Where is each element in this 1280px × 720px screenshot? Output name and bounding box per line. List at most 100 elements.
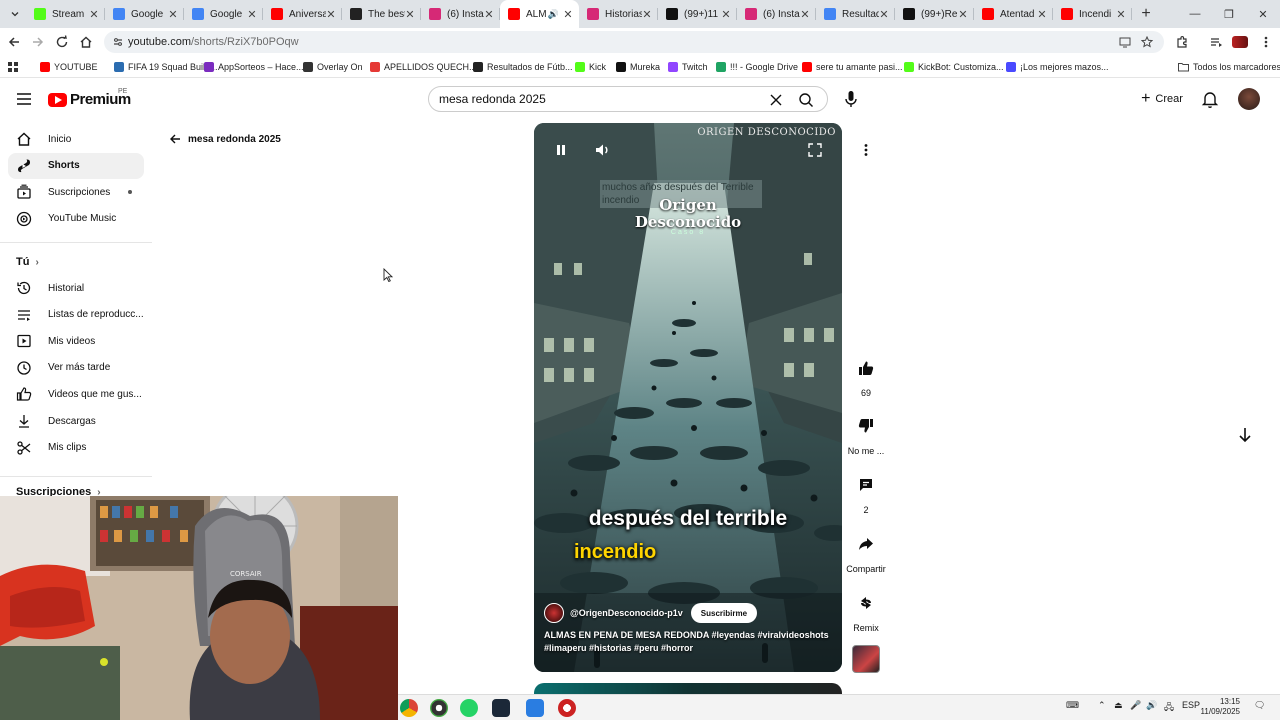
notifications-tray-icon[interactable]: 🗨 bbox=[1254, 700, 1265, 711]
browser-tab[interactable]: Google ✕ bbox=[105, 0, 184, 28]
close-window-button[interactable]: ✕ bbox=[1246, 0, 1280, 28]
mute-button[interactable] bbox=[592, 139, 614, 161]
search-button[interactable] bbox=[797, 91, 815, 109]
browser-tab[interactable]: (99+)Re ✕ bbox=[895, 0, 974, 28]
browser-tab[interactable]: Resultad ✕ bbox=[816, 0, 895, 28]
search-input[interactable] bbox=[439, 92, 759, 106]
close-tab-icon[interactable]: ✕ bbox=[484, 8, 494, 21]
close-tab-icon[interactable]: ✕ bbox=[405, 8, 415, 21]
bookmark-item[interactable]: Kick bbox=[575, 60, 606, 74]
close-tab-icon[interactable]: ✕ bbox=[89, 8, 99, 21]
new-tab-button[interactable]: + bbox=[1136, 4, 1156, 24]
bookmark-item[interactable]: Overlay On bbox=[303, 60, 363, 74]
next-video-button[interactable] bbox=[1232, 422, 1258, 448]
browser-tab[interactable]: ALM 🔊 ✕ bbox=[500, 0, 579, 28]
bookmark-item[interactable]: !!! - Google Drive bbox=[716, 60, 798, 74]
sound-source-thumbnail[interactable] bbox=[852, 645, 880, 673]
sidebar-item-shorts[interactable]: Shorts bbox=[8, 152, 144, 179]
forward-button[interactable] bbox=[28, 32, 48, 52]
bookmark-star-button[interactable] bbox=[1140, 35, 1154, 49]
bookmark-item[interactable]: FIFA 19 Squad Build... bbox=[114, 60, 218, 74]
usb-device-icon[interactable]: ⏏ bbox=[1114, 700, 1123, 711]
mic-tray-icon[interactable]: 🎤 bbox=[1130, 700, 1141, 711]
sidebar-item-clock[interactable]: Ver más tarde bbox=[8, 355, 144, 381]
home-button[interactable] bbox=[76, 32, 96, 52]
short-video-player[interactable]: ORIGEN DESCONOCIDO muchos años después d… bbox=[534, 123, 842, 672]
channel-name-link[interactable]: @OrigenDesconocido-p1v bbox=[570, 608, 683, 618]
bookmark-item[interactable]: ¡Los mejores mazos... bbox=[1006, 60, 1109, 74]
sidebar-item-music[interactable]: YouTube Music bbox=[8, 206, 144, 232]
minimize-button[interactable]: — bbox=[1178, 0, 1212, 28]
input-language-indicator[interactable]: ESP bbox=[1182, 700, 1200, 710]
channel-avatar[interactable] bbox=[544, 603, 564, 623]
browser-tab[interactable]: Incendi ✕ bbox=[1053, 0, 1132, 28]
comments-button[interactable] bbox=[848, 467, 884, 503]
chrome-taskbar-icon[interactable] bbox=[400, 699, 418, 717]
address-bar[interactable]: youtube.com/shorts/RziX7b0POqw bbox=[104, 31, 1164, 53]
share-button[interactable] bbox=[848, 526, 884, 562]
you-section-header[interactable]: Tú › bbox=[16, 256, 39, 268]
site-info-icon[interactable] bbox=[112, 36, 124, 48]
bookmark-item[interactable]: sere tu amante pasi... bbox=[802, 60, 903, 74]
sidebar-item-playlist[interactable]: Listas de reproducc... bbox=[8, 302, 144, 328]
keyboard-layout-icon[interactable]: ⌨ bbox=[1066, 700, 1079, 711]
sidebar-item-download[interactable]: Descargas bbox=[8, 408, 144, 434]
sidebar-item-scissors[interactable]: Mis clips bbox=[8, 435, 144, 461]
extensions-button[interactable] bbox=[1172, 32, 1192, 52]
all-bookmarks-button[interactable]: Todos los marcadores bbox=[1178, 60, 1280, 74]
like-button[interactable] bbox=[848, 350, 884, 386]
subscribe-button[interactable]: Suscribirme bbox=[690, 603, 758, 623]
bookmark-item[interactable]: Resultados de Fútb... bbox=[473, 60, 573, 74]
reload-button[interactable] bbox=[52, 32, 72, 52]
remix-button[interactable] bbox=[848, 585, 884, 621]
profile-button[interactable] bbox=[1230, 32, 1250, 52]
pause-button[interactable] bbox=[550, 139, 572, 161]
bookmark-item[interactable]: AppSorteos – Hace... bbox=[204, 60, 304, 74]
speaker-tray-icon[interactable]: 🔊 bbox=[1146, 700, 1157, 711]
close-tab-icon[interactable]: ✕ bbox=[563, 8, 573, 21]
obs-taskbar-icon[interactable] bbox=[430, 699, 448, 717]
media-controls-button[interactable] bbox=[1206, 32, 1226, 52]
close-tab-icon[interactable]: ✕ bbox=[168, 8, 178, 21]
system-clock[interactable]: 13:15 11/09/2025 bbox=[1201, 697, 1240, 717]
close-tab-icon[interactable]: ✕ bbox=[958, 8, 968, 21]
close-tab-icon[interactable]: ✕ bbox=[247, 8, 257, 21]
bookmark-item[interactable]: KickBot: Customiza... bbox=[904, 60, 1004, 74]
browser-tab[interactable]: (6) Insta ✕ bbox=[421, 0, 500, 28]
media-app-taskbar-icon[interactable] bbox=[558, 699, 576, 717]
close-tab-icon[interactable]: ✕ bbox=[721, 8, 731, 21]
close-tab-icon[interactable]: ✕ bbox=[879, 8, 889, 21]
close-tab-icon[interactable]: ✕ bbox=[800, 8, 810, 21]
more-actions-button[interactable] bbox=[853, 137, 879, 163]
fullscreen-button[interactable] bbox=[804, 139, 826, 161]
close-tab-icon[interactable]: ✕ bbox=[642, 8, 652, 21]
bookmark-item[interactable]: YOUTUBE bbox=[40, 60, 98, 74]
account-avatar[interactable] bbox=[1238, 88, 1260, 110]
sidebar-item-history[interactable]: Historial bbox=[8, 275, 144, 301]
back-button[interactable] bbox=[4, 32, 24, 52]
sidebar-item-home[interactable]: Inicio bbox=[8, 126, 144, 152]
notifications-button[interactable] bbox=[1200, 89, 1220, 109]
apps-button[interactable] bbox=[8, 60, 19, 74]
browser-tab[interactable]: Historias ✕ bbox=[579, 0, 658, 28]
bookmark-item[interactable]: Mureka bbox=[616, 60, 660, 74]
network-tray-icon[interactable]: 🖧 bbox=[1164, 700, 1174, 716]
back-to-search-button[interactable]: mesa redonda 2025 bbox=[168, 132, 281, 146]
browser-tab[interactable]: The best ✕ bbox=[342, 0, 421, 28]
tab-audio-icon[interactable]: 🔊 bbox=[548, 9, 559, 20]
steam-taskbar-icon[interactable] bbox=[492, 699, 510, 717]
voice-search-button[interactable] bbox=[840, 88, 862, 110]
browser-tab[interactable]: Aniversa ✕ bbox=[263, 0, 342, 28]
install-app-button[interactable] bbox=[1118, 35, 1132, 49]
sidebar-item-like[interactable]: Videos que me gus... bbox=[8, 381, 144, 407]
browser-menu-button[interactable] bbox=[1256, 32, 1276, 52]
bookmark-item[interactable]: APELLIDOS QUECH... bbox=[370, 60, 477, 74]
clear-search-button[interactable] bbox=[767, 91, 785, 109]
whatsapp-taskbar-icon[interactable] bbox=[460, 699, 478, 717]
browser-tab[interactable]: (99+)11 ✕ bbox=[658, 0, 737, 28]
close-tab-icon[interactable]: ✕ bbox=[1116, 8, 1126, 21]
dislike-button[interactable] bbox=[848, 408, 884, 444]
close-tab-icon[interactable]: ✕ bbox=[326, 8, 336, 21]
tray-overflow-icon[interactable]: ⌃ bbox=[1098, 700, 1106, 711]
tab-search-button[interactable] bbox=[4, 4, 26, 24]
